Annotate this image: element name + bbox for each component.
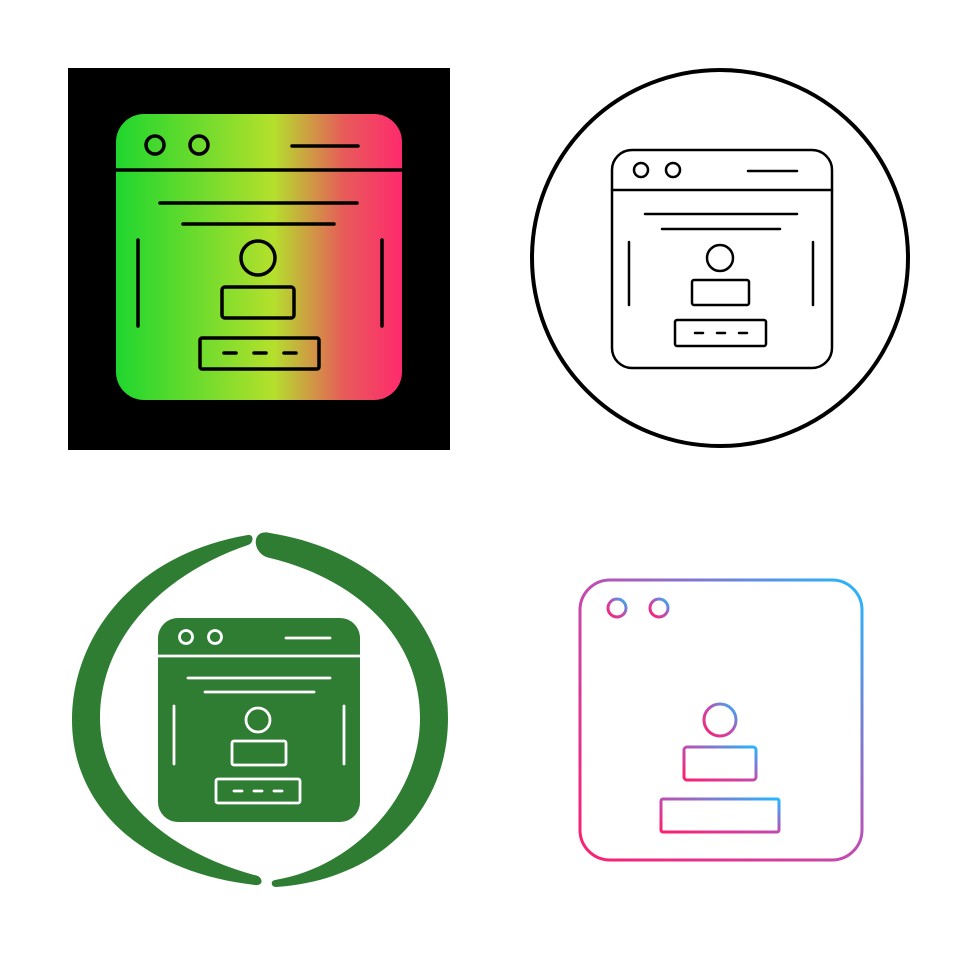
user-head-icon	[705, 243, 735, 273]
outline-circle-icon	[530, 68, 910, 448]
user-head-icon	[702, 702, 738, 738]
window-dot-icon	[664, 161, 682, 179]
outer-circle	[530, 68, 910, 448]
user-body-icon	[682, 745, 758, 782]
window-dot-icon	[648, 597, 670, 619]
browser-window-glyph	[116, 114, 402, 400]
window-dot-icon	[632, 161, 650, 179]
icon-set-canvas	[68, 68, 910, 887]
gradient-outline-icon	[578, 578, 864, 862]
browser-window-outline	[610, 148, 834, 370]
green-ring-icon	[72, 532, 448, 887]
gradient-square-icon	[68, 68, 450, 450]
window-dot-icon	[606, 597, 628, 619]
user-body-icon	[690, 278, 751, 307]
browser-window-outline	[578, 578, 864, 862]
